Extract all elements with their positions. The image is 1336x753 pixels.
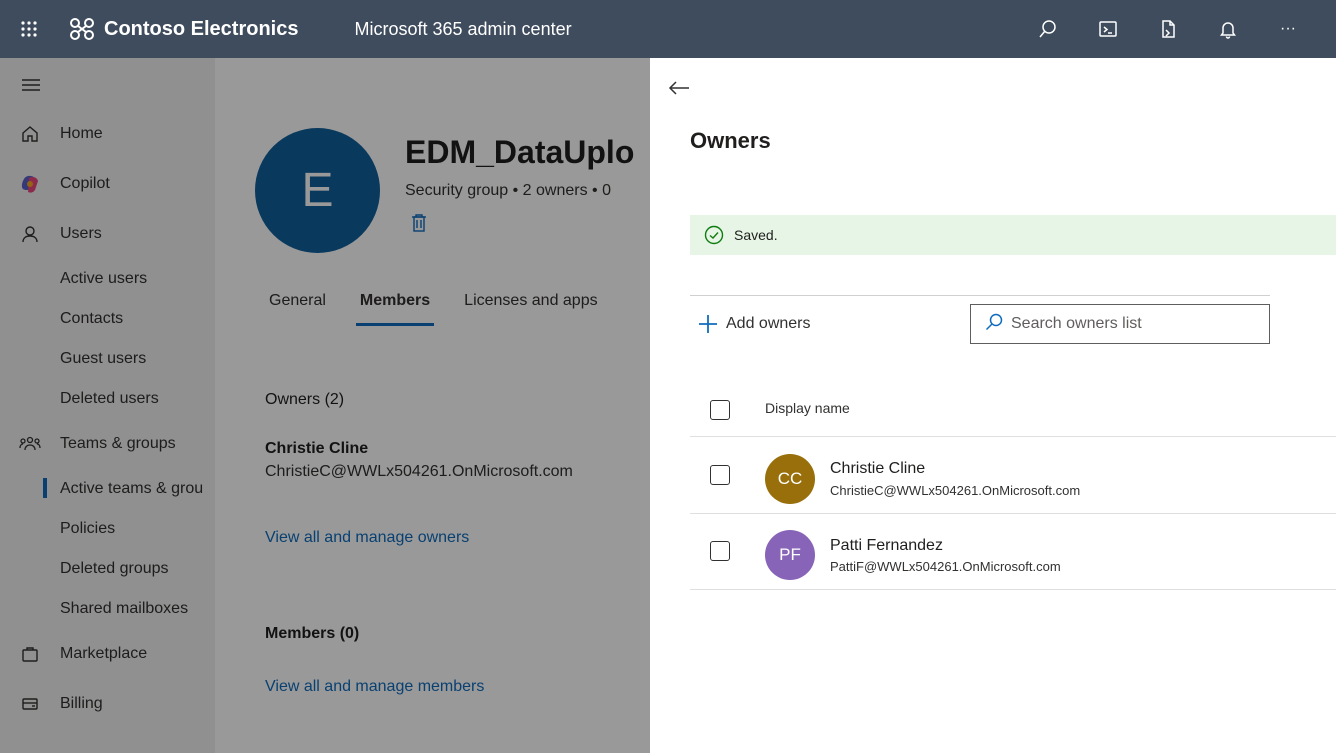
- document-icon[interactable]: [1138, 0, 1198, 58]
- add-owners-label: Add owners: [726, 315, 811, 332]
- search-owners-box[interactable]: [970, 304, 1270, 344]
- divider: [690, 295, 1270, 296]
- more-icon[interactable]: ···: [1258, 0, 1318, 58]
- waffle-icon[interactable]: [0, 0, 58, 58]
- search-icon[interactable]: [1018, 0, 1078, 58]
- brand[interactable]: Contoso Electronics: [68, 17, 298, 41]
- top-actions: ···: [1018, 0, 1318, 58]
- row-checkbox[interactable]: [710, 541, 730, 561]
- owners-panel: Owners Saved. Add owners Display name CC…: [650, 58, 1336, 753]
- row-divider: [690, 513, 1336, 514]
- app-name[interactable]: Microsoft 365 admin center: [354, 19, 571, 40]
- add-owners-button[interactable]: Add owners: [698, 312, 811, 336]
- top-bar: Contoso Electronics Microsoft 365 admin …: [0, 0, 1336, 58]
- avatar: PF: [765, 530, 815, 580]
- search-icon: [985, 313, 1003, 336]
- owner-email: ChristieC@WWLx504261.OnMicrosoft.com: [830, 483, 1081, 498]
- panel-title: Owners: [690, 128, 771, 153]
- terminal-icon[interactable]: [1078, 0, 1138, 58]
- avatar: CC: [765, 454, 815, 504]
- row-checkbox[interactable]: [710, 465, 730, 485]
- search-owners-input[interactable]: [1011, 315, 1251, 333]
- checkmark-circle-icon: [704, 225, 724, 245]
- plus-icon: [698, 314, 718, 334]
- contoso-logo-icon: [68, 17, 96, 41]
- owner-email: PattiF@WWLx504261.OnMicrosoft.com: [830, 559, 1061, 574]
- row-divider: [690, 436, 1336, 437]
- saved-message: Saved.: [734, 227, 778, 243]
- owner-display-name: Patti Fernandez: [830, 537, 943, 554]
- owner-display-name: Christie Cline: [830, 460, 926, 477]
- modal-overlay[interactable]: [0, 58, 650, 753]
- bell-icon[interactable]: [1198, 0, 1258, 58]
- back-arrow-icon[interactable]: [668, 80, 690, 101]
- row-divider: [690, 589, 1336, 590]
- brand-name: Contoso Electronics: [104, 17, 299, 40]
- column-header-display-name[interactable]: Display name: [765, 400, 850, 416]
- saved-message-bar: Saved.: [690, 215, 1336, 255]
- select-all-checkbox[interactable]: [710, 400, 730, 420]
